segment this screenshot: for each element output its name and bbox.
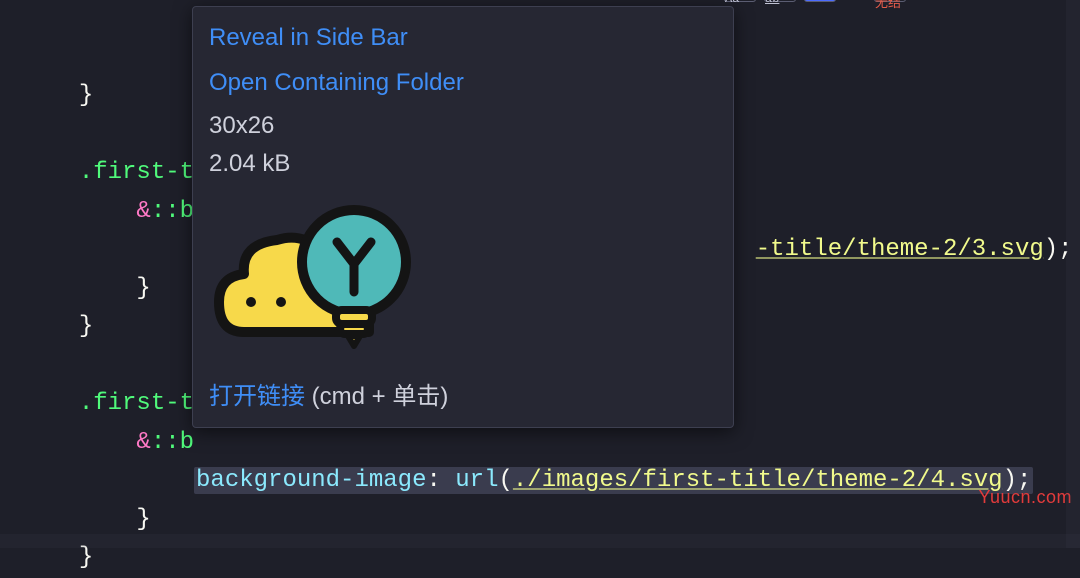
code-line: background-image: url(./images/first-tit… — [50, 467, 1033, 494]
image-preview — [209, 192, 429, 360]
match-whole-word-toggle[interactable]: ab — [764, 0, 796, 2]
code-line: .first-t — [50, 159, 194, 186]
find-toolbar: Aa ab 无结 — [720, 0, 1080, 6]
code-line: } — [50, 313, 93, 340]
code-line — [50, 121, 64, 148]
code-line: &::b — [50, 429, 194, 456]
code-line: } — [50, 506, 151, 533]
code-line: } — [50, 44, 208, 71]
hover-follow-link-hint: 打开链接 (cmd + 单击) — [209, 378, 717, 415]
code-line: } — [50, 82, 93, 109]
match-case-toggle[interactable]: Aa — [724, 0, 756, 2]
code-line: } — [50, 275, 151, 302]
regex-toggle[interactable] — [804, 0, 836, 2]
open-containing-folder-link[interactable]: Open Containing Folder — [209, 64, 717, 101]
vertical-scrollbar[interactable] — [1066, 0, 1080, 548]
reveal-in-sidebar-link[interactable]: Reveal in Side Bar — [209, 19, 717, 56]
watermark: Yuucn.com — [978, 487, 1072, 508]
code-line: &::b — [50, 198, 194, 225]
code-line: .first-t — [50, 390, 194, 417]
code-line — [50, 352, 64, 379]
open-link-text[interactable]: 打开链接 — [209, 383, 305, 410]
image-filesize: 2.04 kB — [209, 145, 717, 182]
horizontal-scrollbar[interactable] — [0, 534, 1080, 548]
code-line: } — [50, 544, 93, 571]
no-results-label: 无结 — [874, 0, 906, 2]
image-dimensions: 30x26 — [209, 107, 717, 144]
hover-popup: Reveal in Side Bar Open Containing Folde… — [192, 6, 734, 428]
